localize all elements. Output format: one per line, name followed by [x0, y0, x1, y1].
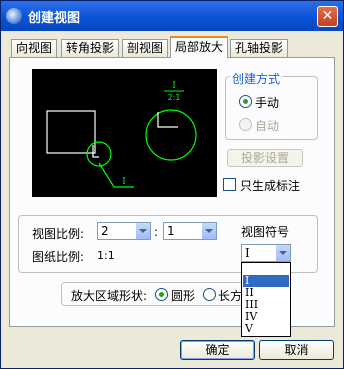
- close-icon: ✕: [321, 8, 334, 24]
- tab-section-view[interactable]: 剖视图: [122, 39, 168, 57]
- preview-zoom-corner: [157, 112, 178, 128]
- preview-rect: [46, 110, 96, 154]
- only-annotation-checkbox[interactable]: [223, 178, 236, 191]
- only-annotation-label: 只生成标注: [240, 179, 301, 193]
- auto-radio: [239, 118, 252, 131]
- view-symbol-value: I: [245, 246, 250, 260]
- view-scale-denominator-select[interactable]: 1: [163, 222, 217, 240]
- close-button[interactable]: ✕: [317, 6, 338, 27]
- tab-angle-projection[interactable]: 转角投影: [61, 39, 119, 57]
- preview-leader: [98, 162, 115, 188]
- view-scale-numerator-value: 2: [101, 224, 109, 238]
- view-symbol-select[interactable]: I: [241, 244, 291, 262]
- view-scale-numerator-select[interactable]: 2: [97, 222, 151, 240]
- window-title: 创建视图: [28, 11, 81, 26]
- create-mode-legend: 创建方式: [230, 70, 283, 87]
- chevron-down-icon[interactable]: [201, 223, 216, 239]
- view-scale-label: 视图比例:: [32, 227, 85, 241]
- tab-detail-zoom[interactable]: 局部放大: [170, 36, 228, 58]
- preview-canvas: I I 2:1: [32, 69, 217, 197]
- view-symbol-dropdown: I II III IV V: [241, 262, 291, 337]
- symbol-option[interactable]: V: [243, 323, 289, 335]
- manual-radio[interactable]: [239, 95, 252, 108]
- manual-label: 手动: [255, 96, 280, 110]
- preview-small-corner: [92, 145, 99, 158]
- paper-scale-value: 1:1: [97, 249, 115, 262]
- tab-hole-shaft-projection[interactable]: 孔轴投影: [230, 39, 288, 57]
- rect-radio[interactable]: [203, 288, 216, 301]
- ok-button[interactable]: 确定: [180, 340, 255, 360]
- chevron-down-icon[interactable]: [275, 245, 290, 261]
- cancel-button[interactable]: 取消: [259, 340, 334, 360]
- shape-label: 放大区域形状:: [71, 289, 148, 303]
- scale-colon: :: [154, 225, 159, 239]
- preview-leader-label: I: [122, 177, 126, 187]
- chevron-down-icon[interactable]: [135, 223, 150, 239]
- app-icon: [6, 8, 22, 24]
- preview-number-label: I: [172, 81, 176, 91]
- view-symbol-label: 视图符号: [241, 225, 290, 239]
- rect-label: 长方: [218, 289, 243, 303]
- tab-direction-view[interactable]: 向视图: [11, 39, 57, 57]
- title-bar[interactable]: 创建视图 ✕: [1, 1, 343, 31]
- projection-settings-button: 投影设置: [227, 149, 303, 167]
- create-view-dialog: 创建视图 ✕ 向视图 转角投影 剖视图 局部放大 孔轴投影 I I 2:1 创建…: [0, 0, 344, 369]
- paper-scale-label: 图纸比例:: [32, 250, 85, 264]
- preview-small-circle: [86, 141, 112, 167]
- view-scale-denominator-value: 1: [167, 224, 175, 238]
- preview-zoom-circle: [145, 109, 197, 161]
- preview-ratio-label: 2:1: [168, 93, 181, 102]
- auto-label: 自动: [255, 119, 280, 133]
- circle-radio[interactable]: [155, 288, 168, 301]
- circle-label: 圆形: [171, 289, 196, 303]
